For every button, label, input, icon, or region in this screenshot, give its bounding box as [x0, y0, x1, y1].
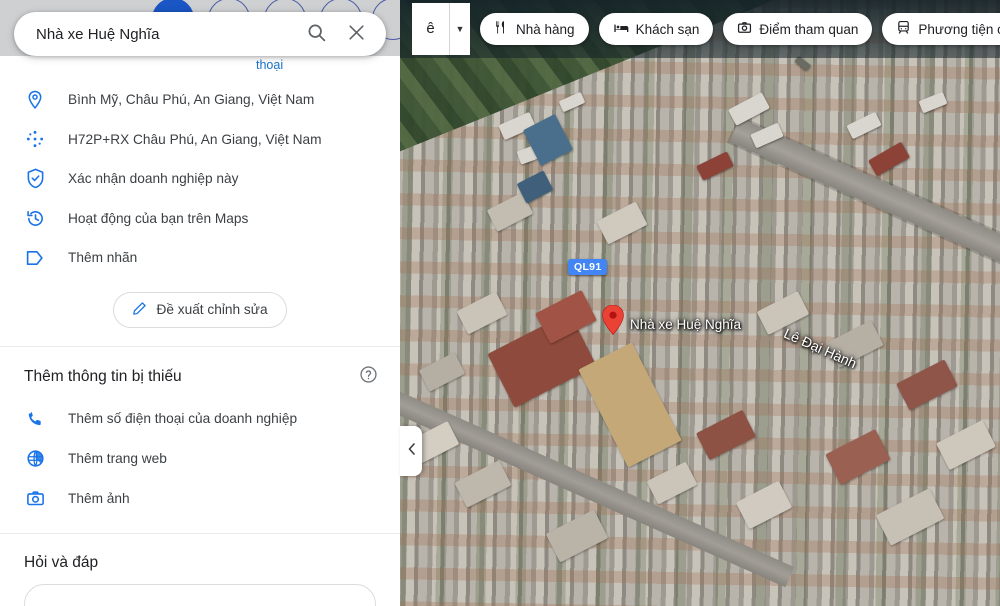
info-row-label: Thêm nhãn [68, 250, 138, 266]
chip-attractions[interactable]: Điểm tham quan [723, 13, 873, 45]
place-marker[interactable] [602, 304, 624, 335]
place-marker-label: Nhà xe Huệ Nghĩa [630, 317, 742, 332]
ime-language-selector[interactable]: ê ▼ [412, 3, 470, 55]
action-button-partial-label: thoại [256, 58, 284, 72]
chip-label: Khách sạn [635, 21, 700, 37]
suggest-edit-button[interactable]: Đề xuất chỉnh sửa [113, 291, 287, 328]
chip-hotels[interactable]: Khách sạn [598, 13, 714, 45]
shield-check-icon [24, 168, 46, 189]
search-input[interactable] [14, 25, 296, 43]
map-category-chips-bar: ê ▼ Nhà hàng Khách sạn Điểm tham quan Ph… [400, 0, 1000, 58]
chip-label: Phương tiện cô [918, 21, 1000, 37]
search-icon [306, 22, 327, 46]
info-row-label: H72P+RX Châu Phú, An Giang, Việt Nam [68, 131, 322, 147]
camera-icon [24, 489, 46, 508]
label-tag-icon [24, 249, 46, 267]
phone-icon [24, 410, 46, 428]
chip-transit[interactable]: Phương tiện cô [882, 13, 1000, 45]
search-bar[interactable] [14, 12, 386, 56]
chip-label: Điểm tham quan [759, 21, 859, 37]
chevron-down-icon[interactable]: ▼ [450, 24, 470, 34]
qa-section-title: Hỏi và đáp [24, 553, 99, 571]
suggest-edit-container: Đề xuất chỉnh sửa [0, 278, 400, 346]
google-maps-screen: QL91 Nhà xe Huệ Nghĩa Lê Đại Hành ê ▼ Nh… [0, 0, 1000, 606]
globe-icon [24, 449, 46, 468]
missing-row-phone[interactable]: Thêm số điện thoại của doanh nghiệp [0, 399, 400, 439]
missing-row-photos[interactable]: Thêm ảnh [0, 479, 400, 519]
info-row-plus-code[interactable]: H72P+RX Châu Phú, An Giang, Việt Nam [0, 120, 400, 160]
road-shield-ql91: QL91 [568, 259, 608, 275]
missing-row-label: Thêm số điện thoại của doanh nghiệp [68, 411, 298, 426]
missing-row-label: Thêm trang web [68, 451, 167, 466]
help-circle-icon[interactable] [359, 365, 378, 389]
camera-icon [737, 20, 752, 38]
info-row-address[interactable]: Bình Mỹ, Châu Phú, An Giang, Việt Nam [0, 80, 400, 120]
close-icon [347, 23, 366, 45]
pencil-icon [132, 301, 147, 319]
hotel-icon [613, 20, 629, 39]
map-canvas[interactable]: QL91 Nhà xe Huệ Nghĩa Lê Đại Hành ê ▼ Nh… [400, 0, 1000, 606]
place-details-sidebar: thoại Nhà xe Huệ Nghĩa Bình Mỹ, Châu Phú… [0, 0, 400, 606]
clear-search-button[interactable] [336, 14, 376, 54]
sidebar-content: Bình Mỹ, Châu Phú, An Giang, Việt Nam H7… [0, 80, 400, 606]
info-row-label: Hoạt động của bạn trên Maps [68, 210, 249, 226]
satellite-imagery [400, 0, 1000, 606]
info-row-your-maps-activity[interactable]: Hoạt động của bạn trên Maps [0, 199, 400, 239]
location-pin-icon [24, 90, 46, 110]
history-clock-icon [24, 209, 46, 228]
info-row-add-label[interactable]: Thêm nhãn [0, 238, 400, 278]
collapse-sidebar-button[interactable] [400, 426, 422, 476]
search-button[interactable] [296, 14, 336, 54]
restaurant-icon [494, 20, 509, 38]
suggest-edit-label: Đề xuất chỉnh sửa [156, 302, 268, 317]
info-row-claim-business[interactable]: Xác nhận doanh nghiệp này [0, 159, 400, 199]
plus-code-icon [24, 129, 46, 149]
info-row-label: Xác nhận doanh nghiệp này [68, 171, 239, 187]
ime-current-char: ê [412, 3, 450, 55]
chevron-left-icon [407, 442, 416, 460]
transit-icon [896, 20, 911, 38]
chip-restaurants[interactable]: Nhà hàng [480, 13, 589, 45]
chip-label: Nhà hàng [516, 21, 575, 37]
missing-row-label: Thêm ảnh [68, 491, 130, 506]
missing-info-header: Thêm thông tin bị thiếu [0, 347, 400, 399]
info-row-label: Bình Mỹ, Châu Phú, An Giang, Việt Nam [68, 92, 315, 108]
qa-ask-question-input[interactable] [24, 583, 376, 606]
missing-info-title: Thêm thông tin bị thiếu [24, 367, 182, 385]
missing-row-website[interactable]: Thêm trang web [0, 439, 400, 479]
